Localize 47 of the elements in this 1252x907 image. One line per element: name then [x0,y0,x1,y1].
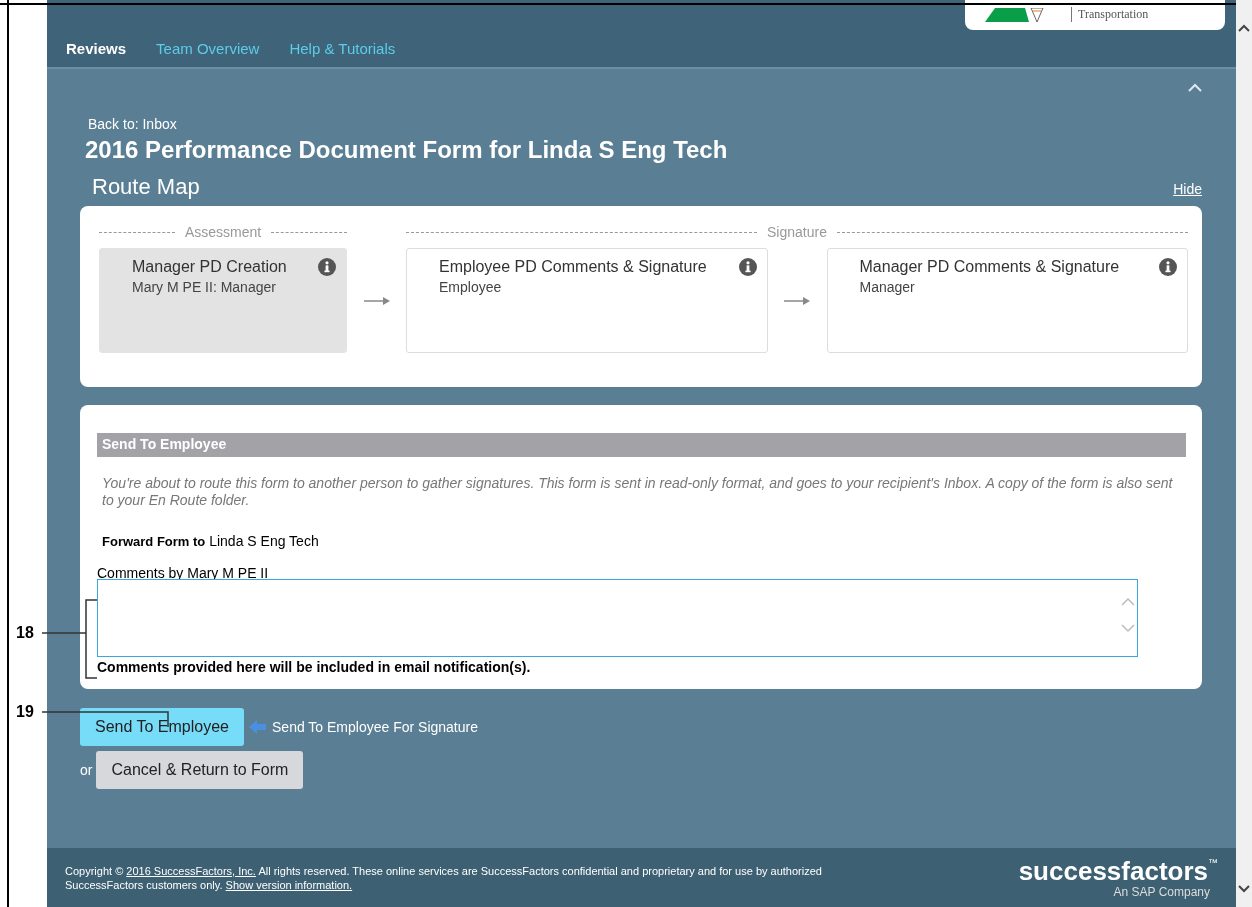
arrow-icon [363,295,390,306]
scroll-down-icon[interactable] [1238,885,1250,893]
arrow-icon [784,295,810,306]
section-title: Route Map [92,174,200,200]
nav-tab[interactable]: Reviews [66,40,127,57]
info-icon[interactable] [1159,258,1177,276]
hint-text: Send To Employee For Signature [272,719,478,735]
comments-field[interactable] [97,579,1138,657]
left-arrow-icon [249,720,266,734]
logo-icon [985,8,1045,22]
step-title: Employee PD Comments & Signature [439,258,707,276]
page-title: 2016 Performance Document Form for Linda S Eng Tech [85,136,729,164]
info-icon[interactable] [318,258,336,276]
step-title: Manager PD Creation [132,258,287,276]
route-step[interactable]: Manager PD Creation Mary M PE II: Manager [99,248,347,353]
info-icon[interactable] [738,258,757,276]
collapse-icon[interactable] [1188,83,1202,92]
panel-heading: Send To Employee [97,433,1186,457]
send-button[interactable]: Send To Employee [80,708,244,746]
step-role: Manager [859,279,916,295]
forward-recipient: Forward Form to Linda S Eng Tech [102,533,320,549]
step-role: Mary M PE II: Manager [132,279,277,295]
callout-number: 18 [16,624,34,642]
field-note: Comments provided here will be included in email notification(s). [97,659,532,675]
or-text: or [80,762,93,778]
callout-number: 19 [16,703,34,721]
scrollbar[interactable] [1236,0,1252,907]
trademark-mark: ™ [1208,856,1218,868]
stage-label: Assessment [184,224,262,240]
route-step[interactable]: Employee PD Comments & Signature Employee [406,248,768,353]
hide-link[interactable]: Hide [1173,181,1202,197]
step-role: Employee [439,279,503,295]
version-link[interactable]: Show version information. [225,878,353,891]
brand-logo: successfactors [1018,856,1208,885]
nav-tab[interactable]: Team Overview [156,40,260,57]
brand-tagline: An SAP Company [1113,884,1210,899]
copyright-text: Copyright © 2016 SuccessFactors, Inc. All rights reserved. These online services are SuccessFactors confidential and proprietary and for use by authorized SuccessFactors customers only. Show version information. [65,863,823,892]
company-link[interactable]: 2016 SuccessFactors, Inc. [126,864,256,877]
route-step[interactable]: Manager PD Comments & Signature Manager [826,248,1188,353]
nav-tab[interactable]: Help & Tutorials [289,40,396,57]
scroll-up-icon[interactable] [1238,24,1250,32]
info-message: You're about to route this form to another person to gather signatures. This form is sent in read-only format, and goes to your recipient's Inbox. A copy of the form is also sent to your En Route folder. [102,475,1174,509]
stage-label: Signature [767,224,827,240]
logo-text: Transportation [1071,7,1149,22]
cancel-button[interactable]: Cancel & Return to Form [96,751,304,789]
step-title: Manager PD Comments & Signature [859,258,1120,276]
back-link[interactable]: Back to: Inbox [88,116,1202,132]
